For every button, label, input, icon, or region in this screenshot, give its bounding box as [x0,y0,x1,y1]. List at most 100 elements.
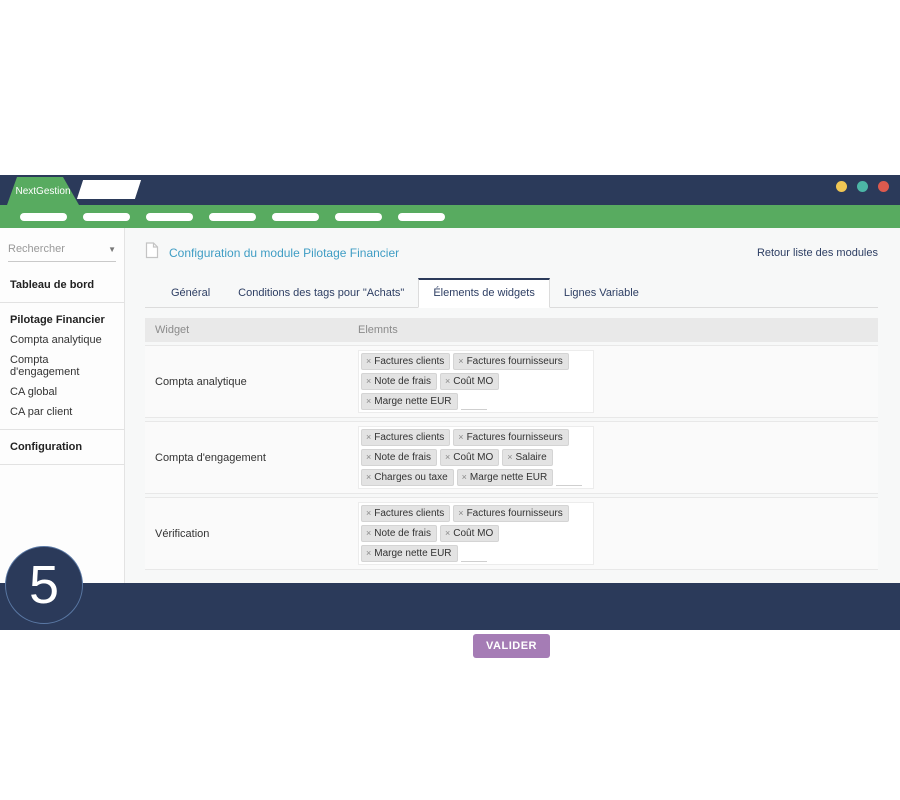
chip-label: Charges ou taxe [374,472,447,483]
sidebar-item-compta-d-engagement[interactable]: Compta d'engagement [0,350,124,382]
brand-label: NextGestion [15,186,70,197]
sidebar-item-pilotage-financier[interactable]: Pilotage Financier [0,310,124,330]
divider [0,302,124,303]
divider [0,464,124,465]
chip-label: Coût MO [453,376,493,387]
chip-label: Factures clients [374,508,444,519]
secondary-tab-placeholder[interactable] [77,180,141,199]
tag-chip: ×Factures clients [361,505,450,522]
tab-elements-de-widgets[interactable]: Élements de widgets [418,278,550,308]
main-nav-bar [0,205,900,228]
chip-remove-icon[interactable]: × [366,472,371,482]
chip-label: Coût MO [453,528,493,539]
sidebar-menu: Tableau de bordPilotage FinancierCompta … [0,275,124,465]
tag-chip: × Factures fournisseurs [453,429,568,446]
app-body: Rechercher ▼ Tableau de bord Pilotage Fin… [0,228,900,583]
tag-chip: × Factures fournisseurs [453,505,568,522]
chip-remove-icon[interactable]: × [366,432,371,442]
chip-remove-icon[interactable]: × [366,356,371,366]
chip-label: Factures fournisseurs [467,508,563,519]
tag-chip: ×Charges ou taxe [361,469,454,486]
chip-remove-icon[interactable]: × [366,528,371,538]
tab-lignes-variable[interactable]: Lignes Variable [550,278,653,307]
chip-label: Note de frais [374,452,431,463]
chip-remove-icon[interactable]: × [458,432,463,442]
nav-pill[interactable] [20,213,67,221]
column-header-elements: Elemnts [358,318,878,342]
tag-chip: ×Coût MO [440,373,499,390]
window-dot-red[interactable] [878,181,889,192]
chip-remove-icon[interactable]: × [445,528,450,538]
nav-pill[interactable] [209,213,256,221]
tag-search-stub[interactable] [461,549,487,562]
window-dot-yellow[interactable] [836,181,847,192]
chip-label: Note de frais [374,528,431,539]
tab-bar: GénéralConditions des tags pour "Achats"… [145,278,878,308]
tag-chip: ×Factures clients [361,353,450,370]
sidebar-item-compta-analytique[interactable]: Compta analytique [0,330,124,350]
chip-remove-icon[interactable]: × [445,452,450,462]
tag-search-stub[interactable] [461,397,487,410]
back-to-modules-link[interactable]: Retour liste des modules [757,247,878,259]
column-header-widget: Widget [145,318,358,342]
table-header: Widget Elemnts [145,318,878,342]
chip-label: Coût MO [453,452,493,463]
chip-remove-icon[interactable]: × [458,508,463,518]
sidebar-item-ca-par-client[interactable]: CA par client [0,402,124,422]
table-body: Compta analytique×Factures clients×Factu… [145,345,878,570]
window-dot-teal[interactable] [857,181,868,192]
nav-pill[interactable] [146,213,193,221]
submit-row: VALIDER [145,634,878,658]
page-header: Configuration du module Pilotage Financi… [145,242,878,264]
search-input[interactable]: Rechercher ▼ [8,243,116,262]
chip-label: Note de frais [374,376,431,387]
table-row: Compta analytique×Factures clients×Factu… [145,345,878,418]
tag-search-stub[interactable] [556,473,582,486]
chip-label: Factures fournisseurs [467,356,563,367]
nav-pill[interactable] [272,213,319,221]
tab-general[interactable]: Général [157,278,224,307]
chip-label: Factures fournisseurs [467,432,563,443]
tag-chip: ×Note de frais [361,449,437,466]
chip-remove-icon[interactable]: × [458,356,463,366]
table-row: Vérification×Factures clients×Factures f… [145,497,878,570]
tags-input[interactable]: ×Factures clients×Factures fournisseurs×… [358,350,594,413]
valider-button[interactable]: VALIDER [473,634,550,658]
brand-tab[interactable]: NextGestion [4,177,82,205]
chip-remove-icon[interactable]: × [366,376,371,386]
chip-label: Marge nette EUR [374,548,451,559]
nav-pill[interactable] [335,213,382,221]
divider [0,429,124,430]
table-row: Compta d'engagement×Factures clients×Fac… [145,421,878,494]
sidebar-item-ca-global[interactable]: CA global [0,382,124,402]
tag-chip: ×Marge nette EUR [457,469,554,486]
step-number-badge: 5 [5,546,83,624]
tags-input[interactable]: ×Factures clients×Factures fournisseurs×… [358,426,594,489]
sidebar-item-configuration[interactable]: Configuration [0,437,124,457]
widget-name: Compta analytique [145,376,358,388]
chip-remove-icon[interactable]: × [462,472,467,482]
chip-label: Salaire [516,452,547,463]
chip-label: Marge nette EUR [470,472,547,483]
chip-remove-icon[interactable]: × [366,508,371,518]
chip-remove-icon[interactable]: × [507,452,512,462]
sidebar-item-tableau-de-bord[interactable]: Tableau de bord [0,275,124,295]
window-dots [836,181,889,192]
nav-pill[interactable] [398,213,445,221]
app-topbar: NextGestion [0,175,900,205]
chip-remove-icon[interactable]: × [366,396,371,406]
nav-pill[interactable] [83,213,130,221]
tag-chip: × Factures fournisseurs [453,353,568,370]
tags-input[interactable]: ×Factures clients×Factures fournisseurs×… [358,502,594,565]
chip-label: Factures clients [374,356,444,367]
chip-label: Marge nette EUR [374,396,451,407]
chip-remove-icon[interactable]: × [445,376,450,386]
chip-remove-icon[interactable]: × [366,452,371,462]
tag-chip: ×Marge nette EUR [361,545,458,562]
document-icon [145,242,159,264]
tag-chip: ×Note de frais [361,525,437,542]
tag-chip: ×Coût MO [440,525,499,542]
tab-conditions-des-tags-pour-achats[interactable]: Conditions des tags pour "Achats" [224,278,418,307]
chip-remove-icon[interactable]: × [366,548,371,558]
widgets-table: Widget Elemnts Compta analytique×Facture… [145,318,878,570]
